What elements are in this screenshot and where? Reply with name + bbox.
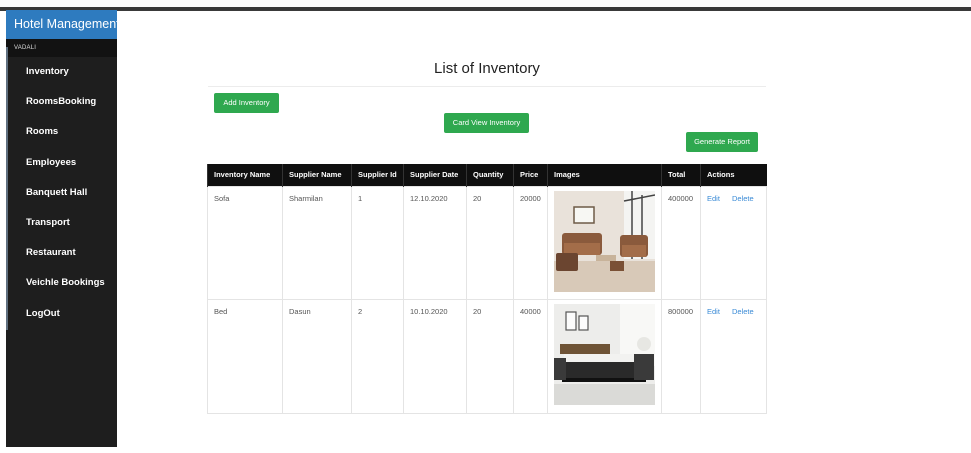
- title-divider: [208, 86, 766, 87]
- inventory-table: Inventory Name Supplier Name Supplier Id…: [207, 164, 767, 414]
- cell-price: 40000: [513, 298, 548, 414]
- cell-supplier-name: Sharmilan: [282, 185, 352, 300]
- sidebar-nav: Inventory RoomsBooking Rooms Employees B…: [6, 57, 117, 329]
- cell-image: [547, 298, 662, 414]
- sidebar-accent-bar: [6, 47, 8, 330]
- header-quantity: Quantity: [466, 164, 514, 186]
- page-title: List of Inventory: [434, 60, 540, 77]
- header-supplier-name: Supplier Name: [282, 164, 352, 186]
- card-view-button[interactable]: Card View Inventory: [444, 113, 529, 133]
- cell-supplier-date: 10.10.2020: [403, 298, 467, 414]
- sidebar-item-transport[interactable]: Transport: [6, 208, 117, 238]
- delete-link[interactable]: Delete: [732, 194, 754, 203]
- header-inventory-name: Inventory Name: [207, 164, 283, 186]
- sofa-photo: [554, 190, 656, 292]
- cell-supplier-name: Dasun: [282, 298, 352, 414]
- generate-report-button[interactable]: Generate Report: [686, 132, 758, 152]
- sidebar-item-vehicle-bookings[interactable]: Veichle Bookings: [6, 268, 117, 298]
- table-row: Bed Dasun 2 10.10.2020 20 40000 800000 E…: [207, 298, 767, 414]
- add-inventory-button[interactable]: Add Inventory: [214, 93, 279, 113]
- cell-supplier-date: 12.10.2020: [403, 185, 467, 300]
- header-actions: Actions: [700, 164, 767, 186]
- cell-supplier-id: 2: [351, 298, 404, 414]
- cell-image: [547, 185, 662, 300]
- cell-inventory-name: Sofa: [207, 185, 283, 300]
- sidebar-item-rooms[interactable]: Rooms: [6, 117, 117, 147]
- cell-inventory-name: Bed: [207, 298, 283, 414]
- cell-total: 800000: [661, 298, 701, 414]
- edit-link[interactable]: Edit: [707, 307, 720, 316]
- sidebar-item-rooms-booking[interactable]: RoomsBooking: [6, 87, 117, 117]
- sidebar-item-employees[interactable]: Employees: [6, 148, 117, 178]
- cell-actions: Edit Delete: [700, 185, 767, 300]
- sidebar-item-inventory[interactable]: Inventory: [6, 57, 117, 87]
- brand-title[interactable]: Hotel Management: [6, 10, 120, 39]
- table-header-row: Inventory Name Supplier Name Supplier Id…: [207, 164, 767, 186]
- header-total: Total: [661, 164, 701, 186]
- delete-link[interactable]: Delete: [732, 307, 754, 316]
- bed-photo: [554, 303, 655, 405]
- cell-quantity: 20: [466, 185, 514, 300]
- sidebar-item-logout[interactable]: LogOut: [6, 299, 117, 329]
- header-images: Images: [547, 164, 662, 186]
- header-price: Price: [513, 164, 548, 186]
- cell-quantity: 20: [466, 298, 514, 414]
- brand-subtitle: VADALI: [6, 39, 117, 57]
- top-border: [0, 7, 971, 11]
- header-supplier-id: Supplier Id: [351, 164, 404, 186]
- sidebar-item-banquet-hall[interactable]: Banquett Hall: [6, 178, 117, 208]
- header-supplier-date: Supplier Date: [403, 164, 467, 186]
- cell-actions: Edit Delete: [700, 298, 767, 414]
- cell-total: 400000: [661, 185, 701, 300]
- edit-link[interactable]: Edit: [707, 194, 720, 203]
- table-row: Sofa Sharmilan 1 12.10.2020 20 20000 400…: [207, 185, 767, 300]
- cell-supplier-id: 1: [351, 185, 404, 300]
- sidebar-item-restaurant[interactable]: Restaurant: [6, 238, 117, 268]
- sidebar: Hotel Management VADALI Inventory RoomsB…: [6, 10, 120, 447]
- cell-price: 20000: [513, 185, 548, 300]
